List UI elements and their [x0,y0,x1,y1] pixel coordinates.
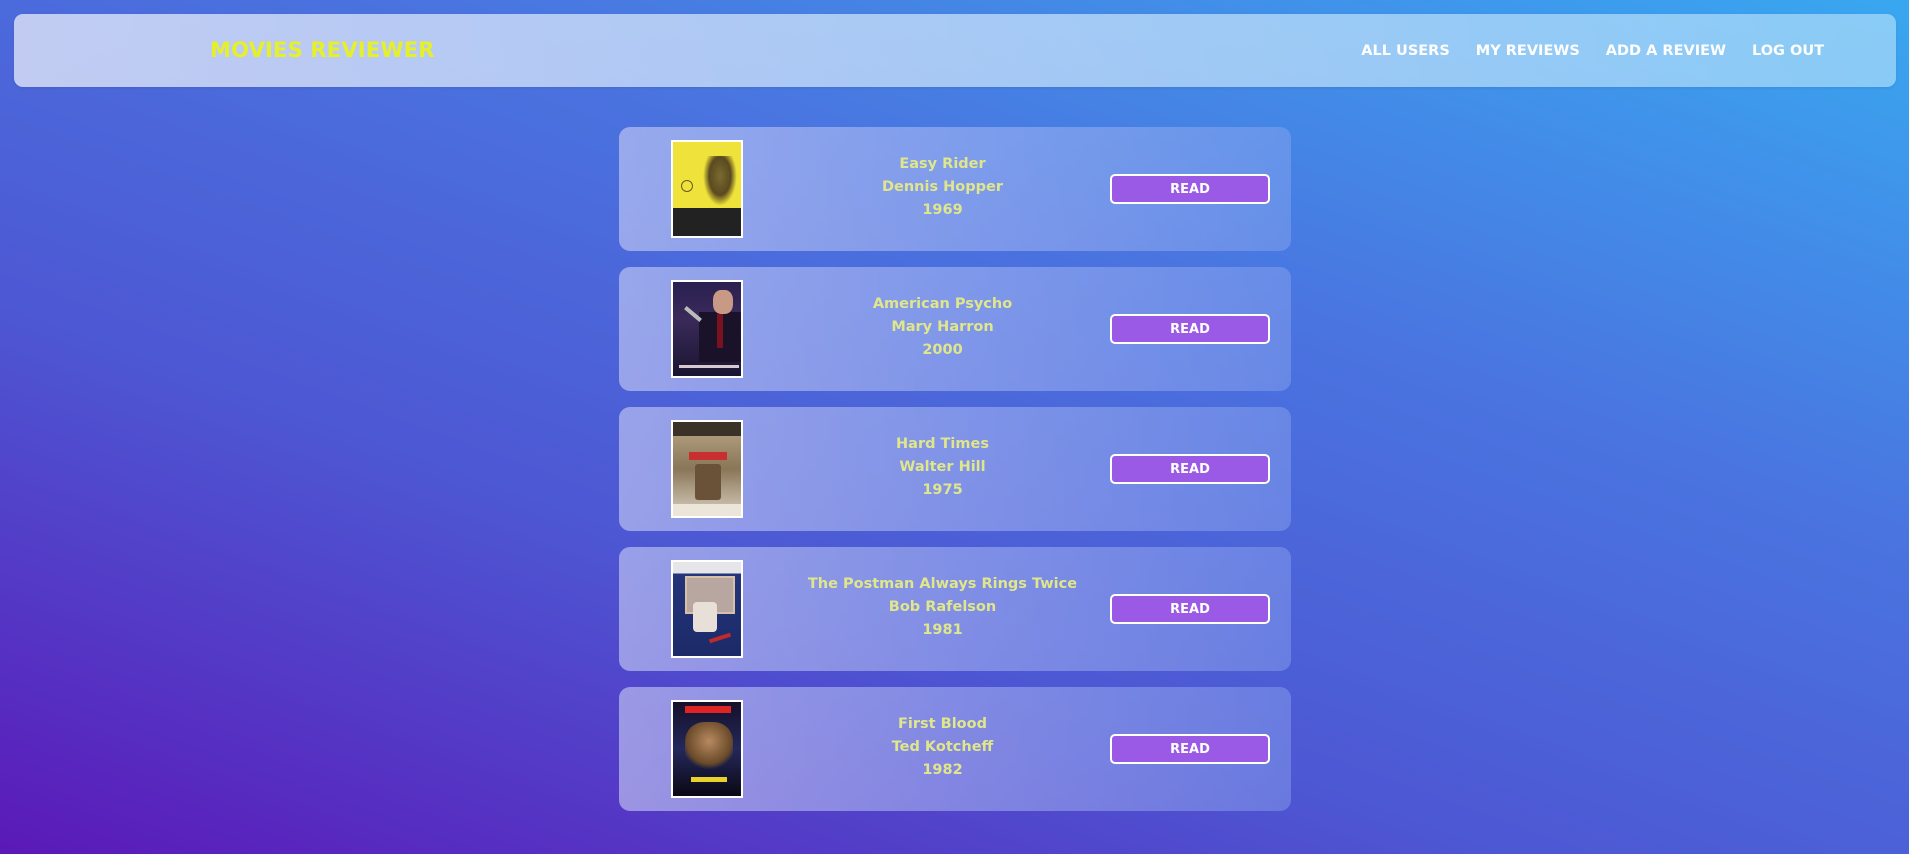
movie-title: First Blood [898,716,987,732]
movie-year: 1981 [922,622,963,638]
read-button[interactable]: READ [1110,594,1270,624]
movie-year: 1969 [922,202,963,218]
movie-card: Easy Rider Dennis Hopper 1969 READ [619,127,1291,251]
movie-director: Dennis Hopper [881,179,1003,195]
movie-list: Easy Rider Dennis Hopper 1969 READ Ameri… [619,127,1291,827]
movie-year: 1975 [922,482,963,498]
read-button[interactable]: READ [1110,174,1270,204]
movie-poster [671,280,743,378]
read-button[interactable]: READ [1110,734,1270,764]
movie-title: Hard Times [896,436,989,452]
movie-director: Mary Harron [891,319,994,335]
movie-poster [671,560,743,658]
movie-year: 2000 [922,342,963,358]
movie-director: Ted Kotcheff [891,739,994,755]
nav-log-out[interactable]: LOG OUT [1752,43,1824,59]
brand-logo[interactable]: MOVIES REVIEWER [210,14,435,87]
movie-info: American Psycho Mary Harron 2000 [779,293,1106,362]
navbar: MOVIES REVIEWER ALL USERS MY REVIEWS ADD… [14,14,1896,87]
movie-poster [671,140,743,238]
movie-year: 1982 [922,762,963,778]
movie-card: American Psycho Mary Harron 2000 READ [619,267,1291,391]
nav-add-a-review[interactable]: ADD A REVIEW [1606,43,1726,59]
movie-card: Hard Times Walter Hill 1975 READ [619,407,1291,531]
movie-card: First Blood Ted Kotcheff 1982 READ [619,687,1291,811]
movie-director: Bob Rafelson [888,599,997,615]
movie-title: Easy Rider [899,156,986,172]
movie-info: Easy Rider Dennis Hopper 1969 [779,153,1106,222]
movie-info: The Postman Always Rings Twice Bob Rafel… [779,573,1106,642]
movie-info: Hard Times Walter Hill 1975 [779,433,1106,502]
movie-info: First Blood Ted Kotcheff 1982 [779,713,1106,782]
movie-poster [671,420,743,518]
movie-director: Walter Hill [899,459,986,475]
nav-links: ALL USERS MY REVIEWS ADD A REVIEW LOG OU… [1361,14,1824,87]
read-button[interactable]: READ [1110,314,1270,344]
nav-all-users[interactable]: ALL USERS [1361,43,1449,59]
nav-my-reviews[interactable]: MY REVIEWS [1476,43,1580,59]
movie-title: The Postman Always Rings Twice [807,576,1078,592]
movie-title: American Psycho [872,296,1013,312]
movie-poster [671,700,743,798]
read-button[interactable]: READ [1110,454,1270,484]
movie-card: The Postman Always Rings Twice Bob Rafel… [619,547,1291,671]
